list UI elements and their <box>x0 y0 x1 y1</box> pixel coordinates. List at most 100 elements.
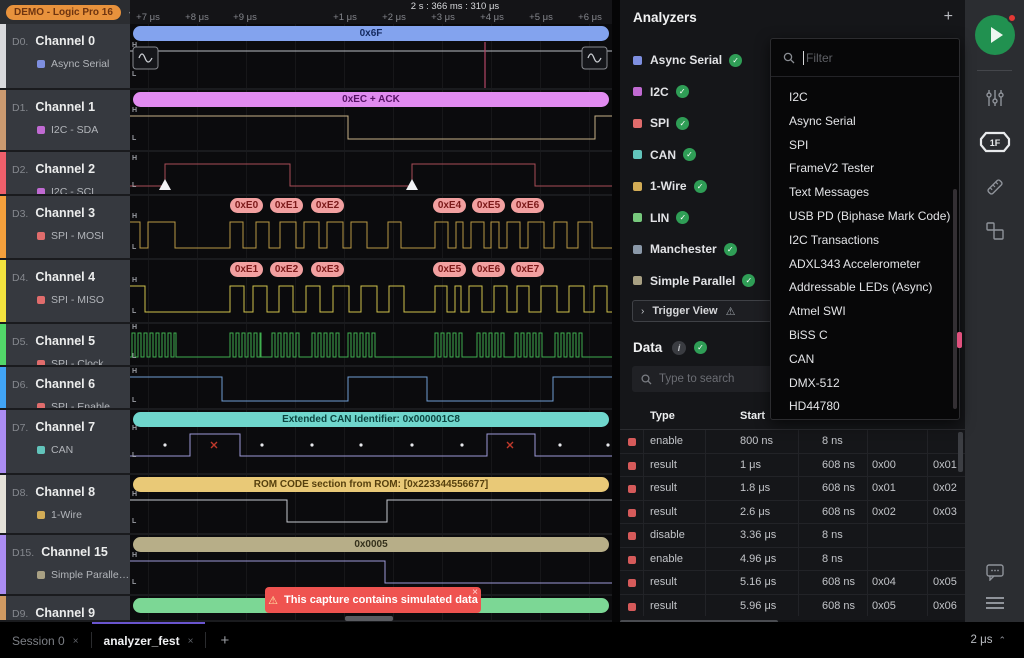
waveform-area-d0[interactable]: 0x6FHL <box>130 24 612 88</box>
waveform-area-d8[interactable]: ROM CODE section from ROM: [0x2233445566… <box>130 475 612 533</box>
analyzer-item-lin[interactable]: LIN✓ <box>633 208 689 228</box>
waveform-horizontal-scrollbar[interactable] <box>345 616 393 621</box>
decode-bubble[interactable]: 0xE6 <box>472 262 505 277</box>
dropdown-item-adxl343-accelerometer[interactable]: ADXL343 Accelerometer <box>771 252 957 276</box>
data-table-row[interactable]: enable800 ns8 ns <box>620 430 965 454</box>
waveform-area-d6[interactable]: HL <box>130 367 612 408</box>
decode-bubble[interactable]: ROM CODE section from ROM: [0x2233445566… <box>133 477 609 492</box>
info-icon[interactable]: i <box>672 341 686 355</box>
waveform-area-d3[interactable]: 0xE00xE10xE20xE40xE50xE6HL <box>130 196 612 258</box>
channel-item-channel-3[interactable]: D3.Channel 3SPI - MOSI <box>0 196 130 258</box>
data-table-row[interactable]: disable3.36 μs8 ns <box>620 524 965 548</box>
analyzer-item-spi[interactable]: SPI✓ <box>633 113 689 133</box>
channel-item-channel-9[interactable]: D9.Channel 9 <box>0 596 130 620</box>
waveform-area-d2[interactable]: HL <box>130 152 612 194</box>
feedback-chat-icon[interactable] <box>985 563 1005 581</box>
decode-bubble[interactable]: 0xE7 <box>511 262 544 277</box>
data-table-row[interactable]: result1 μs608 ns0x000x01 <box>620 454 965 478</box>
dropdown-scrollbar[interactable] <box>953 189 957 409</box>
data-table-row[interactable]: result1.8 μs608 ns0x010x02 <box>620 477 965 501</box>
data-table-row[interactable]: enable4.96 μs8 ns <box>620 548 965 572</box>
timeline-ruler[interactable]: 2 s : 366 ms : 310 μs +7 μs+8 μs+9 μs+1 … <box>130 0 612 24</box>
decode-bubble[interactable]: Extended CAN Identifier: 0x000001C8 <box>133 412 609 427</box>
device-badge[interactable]: DEMO - Logic Pro 16 <box>6 5 121 20</box>
close-tab-icon[interactable]: × <box>73 636 79 647</box>
dropdown-filter-input[interactable]: Filter <box>771 39 959 77</box>
column-header-type[interactable]: Type <box>650 410 675 422</box>
decode-bubble[interactable]: 0xE1 <box>270 198 303 213</box>
data-table-row[interactable]: result5.16 μs608 ns0x040x05 <box>620 571 965 595</box>
tab-analyzer-fest[interactable]: analyzer_fest × <box>92 622 206 658</box>
decode-bubble[interactable]: 0xE5 <box>472 198 505 213</box>
data-table-row[interactable]: result2.6 μs608 ns0x020x03 <box>620 501 965 525</box>
decode-bubble[interactable]: 0xE2 <box>311 198 344 213</box>
analyzer-item-manchester[interactable]: Manchester✓ <box>633 239 737 259</box>
new-tab-button[interactable]: + <box>206 622 243 658</box>
decode-bubble[interactable]: 0xE1 <box>230 262 263 277</box>
channel-item-channel-1[interactable]: D1.Channel 1I2C - SDA <box>0 90 130 150</box>
check-icon[interactable]: ✓ <box>724 243 737 256</box>
check-icon[interactable]: ✓ <box>676 85 689 98</box>
dropdown-item-usb-pd-biphase-mark-code-[interactable]: USB PD (Biphase Mark Code) <box>771 204 957 228</box>
dropdown-item-atmel-swi[interactable]: Atmel SWI <box>771 299 957 323</box>
dropdown-item-dmx-512[interactable]: DMX-512 <box>771 371 957 395</box>
channel-item-channel-0[interactable]: D0.Channel 0Async Serial <box>0 24 130 88</box>
tab-session-0[interactable]: Session 0 × <box>0 622 91 658</box>
decode-bubble[interactable]: 0xE3 <box>311 262 344 277</box>
decode-bubble[interactable]: 0xE5 <box>433 262 466 277</box>
decode-bubble[interactable]: 0xE4 <box>433 198 466 213</box>
decode-bubble[interactable]: 0x0005 <box>133 537 609 552</box>
dropdown-item-async-serial[interactable]: Async Serial <box>771 109 957 133</box>
check-icon[interactable]: ✓ <box>676 117 689 130</box>
dropdown-item-i2c-transactions[interactable]: I2C Transactions <box>771 228 957 252</box>
channel-item-channel-2[interactable]: D2.Channel 2I2C - SCL <box>0 152 130 194</box>
check-icon[interactable]: ✓ <box>694 180 707 193</box>
waveform-area-d5[interactable]: HL <box>130 324 612 365</box>
dropdown-item-can[interactable]: CAN <box>771 347 957 371</box>
add-analyzer-button[interactable]: + <box>944 8 953 26</box>
check-icon[interactable]: ✓ <box>742 274 755 287</box>
layout-grid-icon[interactable] <box>985 221 1005 241</box>
column-header-start[interactable]: Start <box>740 410 765 422</box>
capture-settings-icon[interactable] <box>985 88 1005 108</box>
measurement-ruler-icon[interactable] <box>984 176 1006 198</box>
toast-close-icon[interactable]: × <box>472 587 478 598</box>
channel-item-channel-6[interactable]: D6.Channel 6SPI - Enable <box>0 367 130 408</box>
channel-item-channel-8[interactable]: D8.Channel 81-Wire <box>0 475 130 533</box>
waveform-area-d4[interactable]: 0xE10xE20xE30xE50xE60xE7HL <box>130 260 612 322</box>
table-vertical-scrollbar[interactable] <box>958 432 963 472</box>
zoom-level-control[interactable]: 2 μs ⌃ <box>970 622 1006 658</box>
data-check-icon[interactable]: ✓ <box>694 341 707 354</box>
channel-item-channel-4[interactable]: D4.Channel 4SPI - MISO <box>0 260 130 322</box>
dropdown-item-hd44780[interactable]: HD44780 <box>771 394 957 418</box>
decode-bubble[interactable]: 0xE2 <box>270 262 303 277</box>
analyzer-item-i2c[interactable]: I2C✓ <box>633 82 689 102</box>
channel-item-channel-7[interactable]: D7.Channel 7CAN <box>0 410 130 473</box>
decode-bubble[interactable]: 0xE6 <box>511 198 544 213</box>
waveform-area-d7[interactable]: Extended CAN Identifier: 0x000001C8HL <box>130 410 612 473</box>
check-icon[interactable]: ✓ <box>683 148 696 161</box>
menu-icon[interactable] <box>984 595 1006 611</box>
dropdown-item-framev2-tester[interactable]: FrameV2 Tester <box>771 156 957 180</box>
dropdown-item-biss-c[interactable]: BiSS C <box>771 323 957 347</box>
analyzer-item-simple-parallel[interactable]: Simple Parallel✓ <box>633 271 755 291</box>
close-tab-icon[interactable]: × <box>188 636 194 647</box>
decode-bubble[interactable]: 0x6F <box>133 26 609 41</box>
analyzer-item-can[interactable]: CAN✓ <box>633 145 696 165</box>
data-table-row[interactable]: result5.96 μs608 ns0x050x06 <box>620 595 965 617</box>
check-icon[interactable]: ✓ <box>676 211 689 224</box>
channel-item-channel-15[interactable]: D15.Channel 15Simple Parallel - Clo... <box>0 535 130 594</box>
decode-bubble[interactable]: 0xE0 <box>230 198 263 213</box>
dropdown-item-spi[interactable]: SPI <box>771 133 957 157</box>
analyzer-item-1-wire[interactable]: 1-Wire✓ <box>633 176 707 196</box>
channel-item-channel-5[interactable]: D5.Channel 5SPI - Clock <box>0 324 130 365</box>
dropdown-item-text-messages[interactable]: Text Messages <box>771 180 957 204</box>
dropdown-item-addressable-leds-async-[interactable]: Addressable LEDs (Async) <box>771 275 957 299</box>
frame-format-icon[interactable]: 1F <box>979 131 1011 153</box>
dropdown-item-i2c[interactable]: I2C <box>771 85 957 109</box>
waveform-area-d1[interactable]: 0xEC + ACKHL <box>130 90 612 150</box>
waveform-area-d15[interactable]: 0x0005HL <box>130 535 612 594</box>
decode-bubble[interactable]: 0xEC + ACK <box>133 92 609 107</box>
analyzer-item-async-serial[interactable]: Async Serial✓ <box>633 50 742 70</box>
check-icon[interactable]: ✓ <box>729 54 742 67</box>
